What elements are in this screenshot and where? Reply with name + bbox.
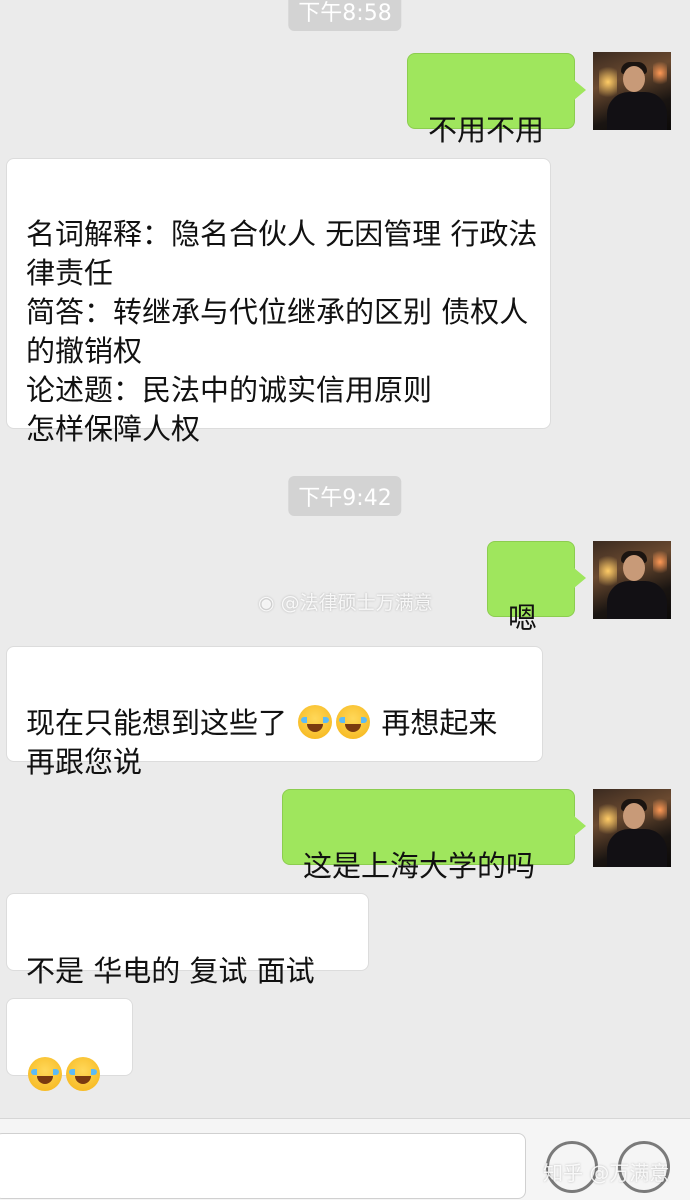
message-text: 不是 华电的 复试 面试 xyxy=(26,954,315,988)
timestamp: 下午8:58 xyxy=(288,0,402,31)
laughing-crying-emoji-icon xyxy=(298,705,333,739)
avatar[interactable] xyxy=(593,789,671,867)
message-text: 现在只能想到这些了 xyxy=(26,706,297,740)
weibo-watermark: ◉ @法律硕士万满意 xyxy=(258,588,433,615)
message-bubble-sent[interactable]: 不用不用 xyxy=(407,53,586,147)
message-text: 嗯 xyxy=(508,601,538,635)
zhihu-watermark: 知乎 @万满意 xyxy=(543,1161,670,1185)
avatar[interactable] xyxy=(593,52,671,130)
message-bubble-received[interactable]: 现在只能想到这些了 再想起来 再跟您说 xyxy=(6,646,543,779)
avatar[interactable] xyxy=(593,541,671,619)
message-bubble-received[interactable]: 名词解释：隐名合伙人 无因管理 行政法律责任 简答：转继承与代位继承的区别 债权… xyxy=(6,158,551,446)
message-input[interactable] xyxy=(0,1133,526,1199)
message-bubble-received[interactable]: 不是 华电的 复试 面试 xyxy=(6,893,369,988)
message-bubble-received[interactable] xyxy=(6,998,133,1091)
weibo-icon: ◉ xyxy=(258,592,275,614)
laughing-crying-emoji-icon xyxy=(66,1057,100,1091)
laughing-crying-emoji-icon xyxy=(28,1057,62,1091)
message-text: 名词解释：隐名合伙人 无因管理 行政法律责任 简答：转继承与代位继承的区别 债权… xyxy=(26,217,538,446)
message-text: 不用不用 xyxy=(428,113,545,147)
message-bubble-sent[interactable]: 嗯 xyxy=(487,541,586,635)
timestamp: 下午9:42 xyxy=(288,476,402,516)
message-bubble-sent[interactable]: 这是上海大学的吗 xyxy=(282,789,586,883)
laughing-crying-emoji-icon xyxy=(336,705,371,739)
watermark-text: @法律硕士万满意 xyxy=(280,592,433,614)
message-text: 这是上海大学的吗 xyxy=(303,849,536,883)
